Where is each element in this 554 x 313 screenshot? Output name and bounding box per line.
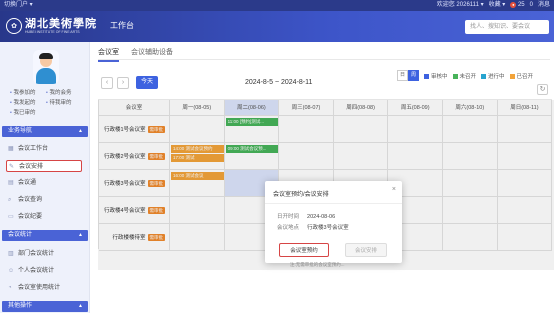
favorites-menu[interactable]: 收藏 ▾ [489, 0, 506, 11]
close-icon[interactable]: × [392, 186, 396, 193]
quick-link-pending[interactable]: 待我审的 [46, 98, 82, 106]
legend-item: 进行中 [481, 72, 505, 80]
edit-icon: ✎ [9, 164, 15, 170]
unread-indicator[interactable]: 0 [530, 0, 533, 11]
menu-meeting-arrange[interactable]: ✎ 会议安排 [6, 160, 82, 172]
portal-switch[interactable]: 切换门户 ▾ [4, 0, 33, 11]
view-week-button[interactable]: 周 [408, 70, 419, 81]
menu-room-usage-stats[interactable]: ◔ 会议室使用统计 [6, 282, 82, 294]
status-legend: 审核中 未召开 进行中 已召开 [424, 72, 533, 80]
chevron-left-icon: ‹ [105, 79, 109, 86]
menu-meeting-workbench[interactable]: ▦ 会议工作台 [6, 143, 82, 155]
menu-meeting-query[interactable]: ⌕ 会议查询 [6, 194, 82, 206]
today-button[interactable]: 今天 [136, 76, 158, 89]
menu-personal-stats[interactable]: ☺ 个人会议统计 [6, 265, 82, 277]
user-menu[interactable]: 欢迎您 2026111 ▾ [437, 0, 484, 11]
task-count[interactable]: ● 25 [510, 0, 525, 11]
chevron-up-icon: ▲ [78, 303, 83, 309]
legend-swatch-icon [424, 73, 429, 79]
footer-hint: 注:无需审批的会议室预约... [290, 262, 345, 267]
menu-meeting-pass[interactable]: ▤ 会议通 [6, 177, 82, 189]
legend-item: 未召开 [452, 72, 476, 80]
app-header: ✿ 湖北美術學院 HUBEI INSTITUTE OF FINE ARTS 工作… [0, 11, 554, 42]
quick-links: 我参加的 我的会务 我发起的 待我审的 我已审的 [10, 88, 82, 116]
logo-subtitle: HUBEI INSTITUTE OF FINE ARTS [25, 29, 80, 34]
booking-dialog: 会议室预约/会议安排 × 日开时间 2024-08-06 会议地点 行政楼3号会议室… [265, 181, 402, 263]
tab-divider [98, 59, 550, 60]
prev-week-button[interactable]: ‹ [101, 77, 113, 89]
chevron-up-icon: ▲ [78, 128, 83, 134]
legend-item: 审核中 [424, 72, 448, 80]
legend-swatch-icon [509, 73, 515, 79]
notes-icon: ▭ [8, 214, 14, 220]
document-icon: ▤ [8, 180, 14, 186]
search-icon: ⌕ [8, 197, 12, 203]
nav-tab-workbench[interactable]: 工作台 [110, 20, 134, 31]
menu-dept-stats[interactable]: ▥ 部门会议统计 [6, 248, 82, 260]
refresh-button[interactable]: ↻ [537, 84, 548, 95]
legend-item: 已召开 [509, 72, 533, 80]
menu-meeting-minutes[interactable]: ▭ 会议纪要 [6, 211, 82, 223]
logo-title: 湖北美術學院 [25, 16, 97, 30]
sidebar: 我参加的 我的会务 我发起的 待我审的 我已审的 业务导航▲ ▦会议工作台 ✎会… [0, 42, 90, 313]
dialog-date-row: 日开时间 2024-08-06 [277, 214, 336, 220]
view-switch: 日 周 [397, 70, 419, 81]
user-icon: ☺ [8, 268, 15, 274]
section-other-ops[interactable]: 其他操作 ▲ [2, 301, 88, 312]
date-range: 2024-8-5 ~ 2024-8-11 [245, 79, 313, 86]
legend-swatch-icon [452, 73, 458, 79]
count-badge-icon: ● [510, 2, 517, 8]
calendar-icon: ▦ [8, 146, 14, 152]
meeting-arrange-button[interactable]: 会议安排 [345, 243, 387, 257]
next-week-button[interactable]: › [117, 77, 129, 89]
avatar[interactable] [33, 50, 59, 84]
section-business-nav[interactable]: 业务导航 ▲ [2, 126, 88, 137]
dialog-title: 会议室预约/会议安排 [273, 192, 329, 198]
chevron-up-icon: ▲ [78, 232, 83, 238]
view-day-button[interactable]: 日 [397, 70, 408, 81]
quick-link-reviewed[interactable]: 我已审的 [10, 108, 46, 116]
refresh-icon: ↻ [539, 86, 546, 93]
quick-link-attended[interactable]: 我参加的 [10, 88, 46, 96]
chevron-right-icon: › [121, 79, 125, 86]
room-booking-button[interactable]: 会议室预约 [279, 243, 329, 257]
section-meeting-stats[interactable]: 会议统计 ▲ [2, 230, 88, 241]
quick-link-initiated[interactable]: 我发起的 [10, 98, 46, 106]
pie-chart-icon: ◔ [8, 285, 12, 291]
dialog-place-row: 会议地点 行政楼3号会议室 [277, 225, 349, 231]
message-link[interactable]: 消息 [538, 0, 550, 11]
bar-chart-icon: ▥ [8, 251, 14, 257]
quick-link-affairs[interactable]: 我的会务 [46, 88, 82, 96]
search-input[interactable]: 找人、搜知识、要会议 [465, 20, 549, 34]
school-logo[interactable]: ✿ 湖北美術學院 HUBEI INSTITUTE OF FINE ARTS [6, 15, 97, 37]
legend-swatch-icon [481, 73, 487, 79]
utility-bar: 切换门户 ▾ 欢迎您 2026111 ▾ 收藏 ▾ ● 25 0 消息 [0, 0, 554, 11]
school-seal-icon: ✿ [6, 18, 22, 34]
